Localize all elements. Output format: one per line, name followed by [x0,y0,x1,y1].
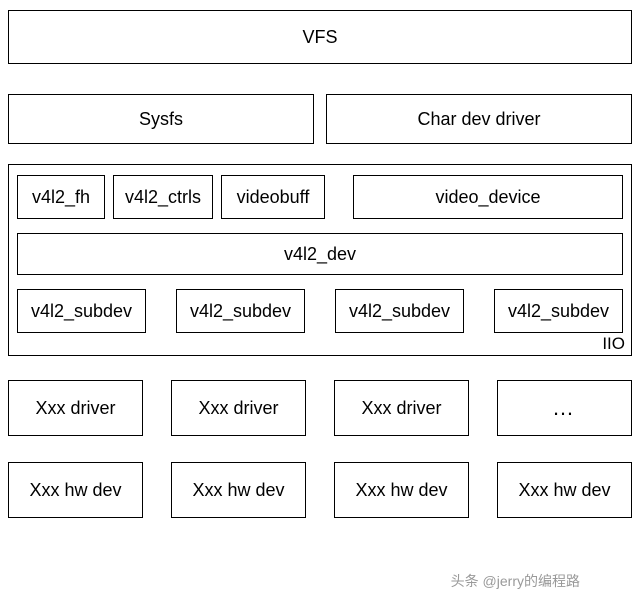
middleware-layer: Sysfs Char dev driver [8,94,632,144]
v4l2-dev-box: v4l2_dev [17,233,623,275]
vfs-layer: VFS [8,10,632,64]
driver-label: Xxx driver [35,398,115,419]
driver-label: Xxx driver [361,398,441,419]
v4l2-subdev-row: v4l2_subdev v4l2_subdev v4l2_subdev v4l2… [17,289,623,333]
hw-row: Xxx hw dev Xxx hw dev Xxx hw dev Xxx hw … [8,462,632,518]
hw-dev-box: Xxx hw dev [8,462,143,518]
v4l2-subdev-box: v4l2_subdev [17,289,146,333]
hw-dev-label: Xxx hw dev [192,480,284,501]
v4l2-subdev-box: v4l2_subdev [494,289,623,333]
hw-dev-label: Xxx hw dev [518,480,610,501]
v4l2-fh-label: v4l2_fh [32,187,90,208]
hw-dev-box: Xxx hw dev [334,462,469,518]
driver-label: Xxx driver [198,398,278,419]
v4l2-ctrls-label: v4l2_ctrls [125,187,201,208]
video-device-label: video_device [435,187,540,208]
v4l2-dev-label: v4l2_dev [284,244,356,265]
iio-container: v4l2_fh v4l2_ctrls videobuff video_devic… [8,164,632,356]
v4l2-subdev-label: v4l2_subdev [190,301,291,322]
driver-box: Xxx driver [8,380,143,436]
v4l2-subdev-label: v4l2_subdev [31,301,132,322]
hw-dev-label: Xxx hw dev [355,480,447,501]
hw-dev-box: Xxx hw dev [171,462,306,518]
v4l2-top-row: v4l2_fh v4l2_ctrls videobuff video_devic… [17,175,623,219]
iio-label: IIO [602,334,625,354]
v4l2-subdev-box: v4l2_subdev [176,289,305,333]
driver-box: Xxx driver [334,380,469,436]
driver-row: Xxx driver Xxx driver Xxx driver … [8,380,632,436]
v4l2-ctrls-box: v4l2_ctrls [113,175,213,219]
chardev-box: Char dev driver [326,94,632,144]
v4l2-subdev-label: v4l2_subdev [349,301,450,322]
driver-box: Xxx driver [171,380,306,436]
vfs-label: VFS [302,27,337,48]
sysfs-box: Sysfs [8,94,314,144]
videobuff-label: videobuff [237,187,310,208]
sysfs-label: Sysfs [139,109,183,130]
driver-ellipsis-box: … [497,380,632,436]
videobuff-box: videobuff [221,175,325,219]
v4l2-subdev-label: v4l2_subdev [508,301,609,322]
ellipsis-label: … [552,395,577,421]
hw-dev-label: Xxx hw dev [29,480,121,501]
chardev-label: Char dev driver [417,109,540,130]
v4l2-subdev-box: v4l2_subdev [335,289,464,333]
hw-dev-box: Xxx hw dev [497,462,632,518]
v4l2-fh-box: v4l2_fh [17,175,105,219]
video-device-box: video_device [353,175,623,219]
watermark: 头条 @jerry的编程路 [451,571,580,591]
